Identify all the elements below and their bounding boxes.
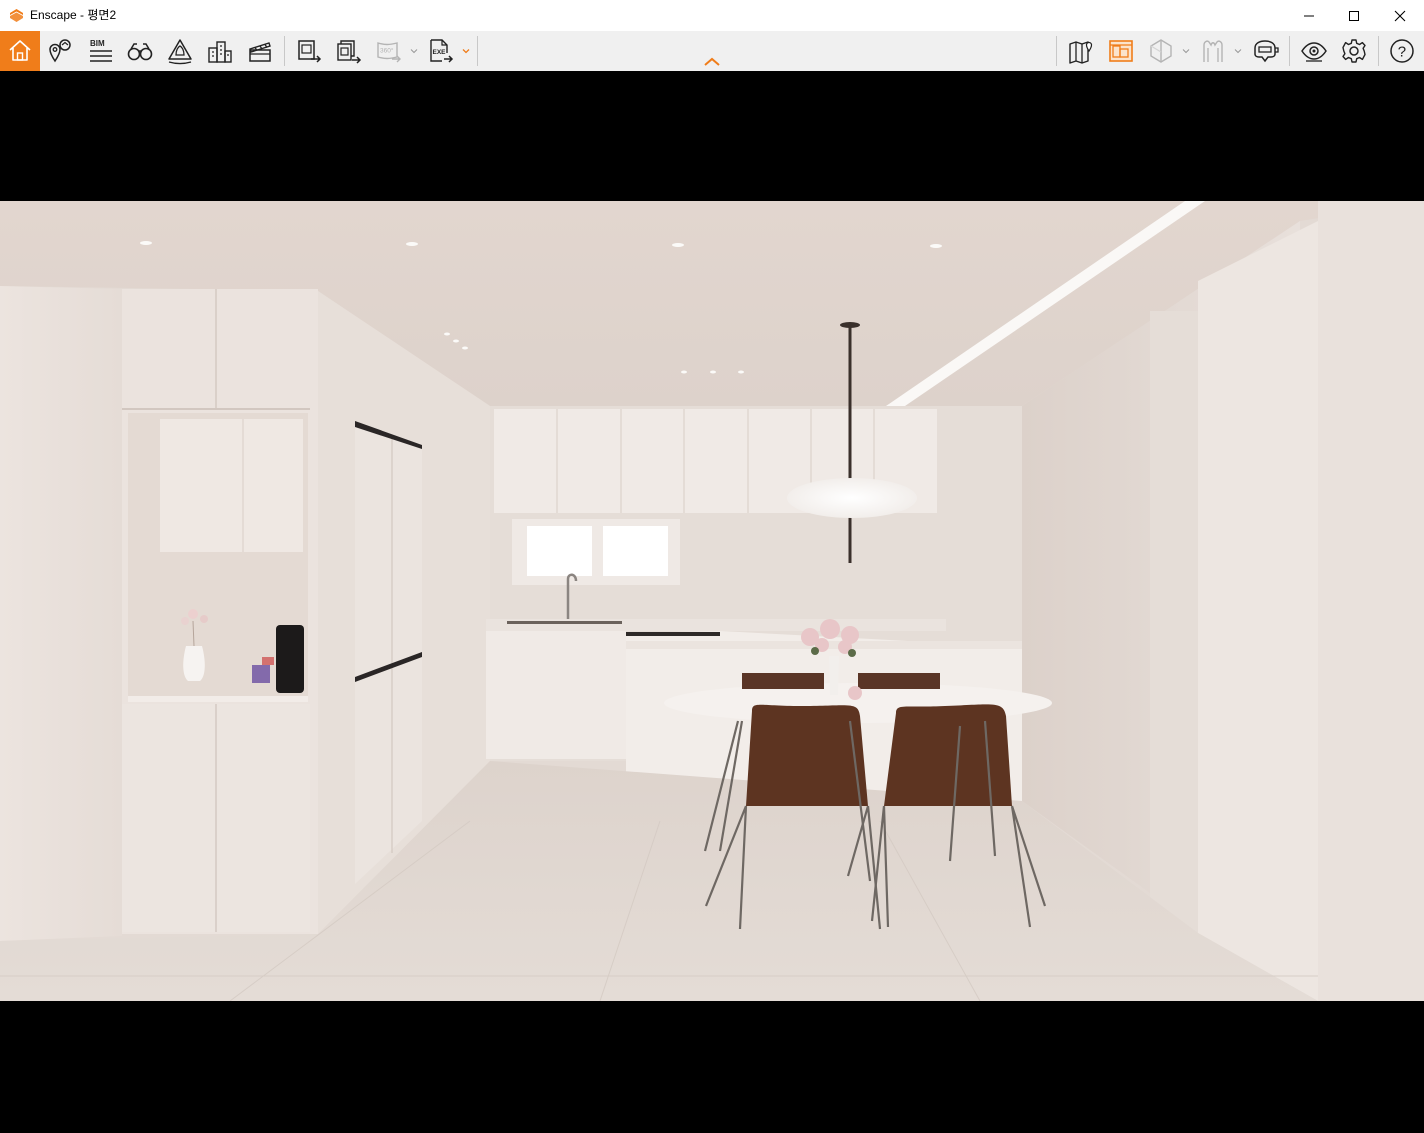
toolbar-separator	[1378, 36, 1379, 66]
toolbar-collapse-chevron-icon[interactable]	[703, 56, 721, 68]
map-button[interactable]	[1061, 31, 1101, 71]
minimize-button[interactable]	[1286, 0, 1332, 31]
close-button[interactable]	[1377, 0, 1423, 31]
exe-label: EXE	[433, 49, 447, 56]
panorama-label: 360°	[380, 47, 394, 55]
video-editor-icon	[249, 42, 271, 62]
map-icon	[1069, 41, 1093, 64]
collaborative-annotation-button[interactable]	[1245, 31, 1285, 71]
toolbar-separator	[1289, 36, 1290, 66]
batch-render-icon	[337, 40, 362, 64]
close-icon	[1394, 10, 1406, 21]
vr-headset-button[interactable]	[1193, 31, 1233, 71]
chevron-down-icon	[1234, 49, 1242, 54]
atmosphere-button[interactable]	[160, 31, 200, 71]
minimize-icon	[1304, 15, 1314, 16]
screenshot-export-button[interactable]	[289, 31, 329, 71]
view-management-icon	[49, 39, 71, 63]
asset-library-icon	[208, 41, 232, 63]
kitchen-render-image[interactable]	[0, 201, 1424, 1001]
binoculars-icon	[127, 43, 153, 61]
toolbar-separator	[284, 36, 285, 66]
section-icon	[1150, 39, 1172, 63]
section-dropdown-chevron[interactable]	[1181, 31, 1191, 71]
title-bar: Enscape - 평면2	[0, 0, 1424, 31]
atmosphere-icon	[168, 39, 192, 65]
collaborative-annotation-icon	[1254, 40, 1279, 63]
enscape-logo-icon	[10, 9, 23, 22]
general-settings-icon	[1342, 39, 1366, 63]
exe-dropdown-chevron[interactable]	[461, 31, 471, 71]
panorama-dropdown-chevron[interactable]	[409, 31, 419, 71]
bim-icon: BIM	[90, 39, 112, 62]
panorama-360-button[interactable]: 360°	[369, 31, 409, 71]
standalone-exe-icon: EXE	[430, 39, 454, 63]
maximize-button[interactable]	[1331, 0, 1377, 31]
vr-dropdown-chevron[interactable]	[1233, 31, 1243, 71]
screenshot-export-icon	[298, 40, 322, 63]
bim-button[interactable]: BIM	[80, 31, 120, 71]
view-management-button[interactable]	[40, 31, 80, 71]
vr-headset-icon	[1203, 40, 1223, 62]
window-title: Enscape - 평면2	[30, 8, 117, 22]
standalone-exe-button[interactable]: EXE	[421, 31, 461, 71]
orthographic-view-icon	[1109, 40, 1133, 62]
bim-label: BIM	[90, 39, 105, 48]
video-editor-button[interactable]	[240, 31, 280, 71]
asset-library-button[interactable]	[200, 31, 240, 71]
kitchen-render-illustration	[0, 201, 1424, 1001]
batch-render-button[interactable]	[329, 31, 369, 71]
visual-settings-icon	[1301, 42, 1327, 62]
render-viewport[interactable]	[0, 71, 1424, 1133]
visual-settings-button[interactable]	[1294, 31, 1334, 71]
binoculars-button[interactable]	[120, 31, 160, 71]
section-button[interactable]	[1141, 31, 1181, 71]
home-button[interactable]	[0, 31, 40, 71]
help-button[interactable]: ?	[1382, 31, 1422, 71]
general-settings-button[interactable]	[1334, 31, 1374, 71]
help-icon: ?	[1390, 39, 1414, 63]
maximize-icon	[1349, 10, 1359, 21]
home-icon	[9, 40, 31, 61]
chevron-down-icon	[462, 49, 470, 54]
chevron-down-icon	[410, 49, 418, 54]
toolbar-separator	[477, 36, 478, 66]
orthographic-view-button[interactable]	[1101, 31, 1141, 71]
panorama-360-icon: 360°	[377, 42, 401, 63]
toolbar-separator	[1056, 36, 1057, 66]
chevron-down-icon	[1182, 49, 1190, 54]
help-label: ?	[1398, 44, 1406, 61]
